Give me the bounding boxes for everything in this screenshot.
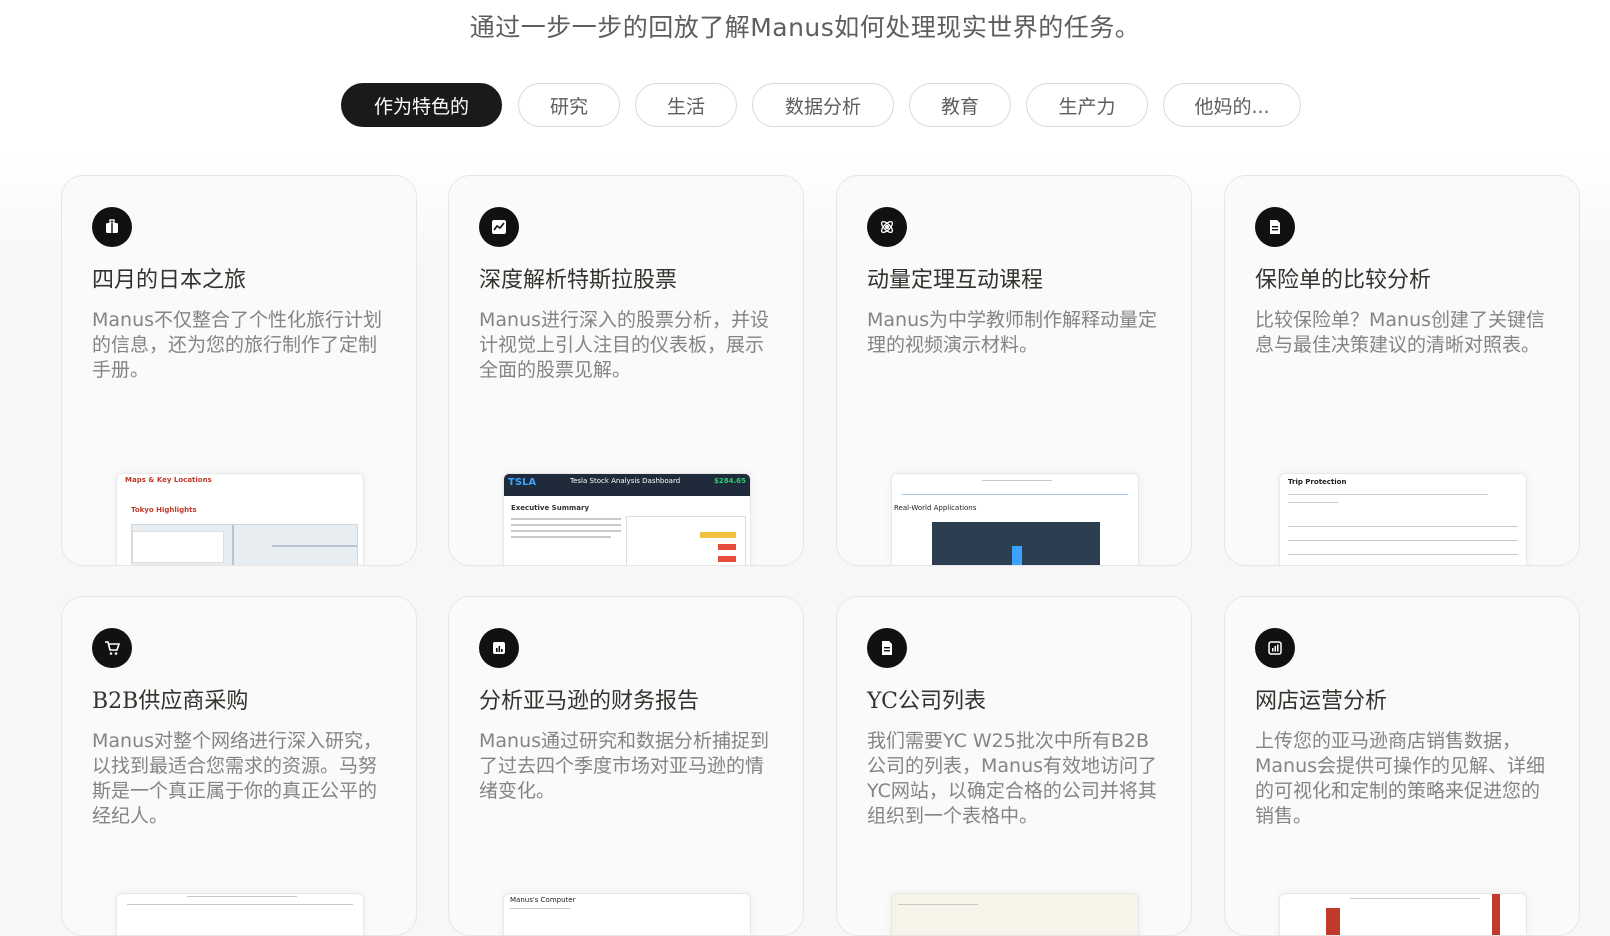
tab-featured[interactable]: 作为特色的 xyxy=(341,83,502,127)
preview-subheading: Tokyo Highlights xyxy=(131,506,197,514)
tab-research[interactable]: 研究 xyxy=(518,83,620,127)
card-description: 上传您的亚马逊商店销售数据，Manus会提供可操作的见解、详细的可视化和定制的策… xyxy=(1255,730,1546,827)
preview-subheading: Executive Summary xyxy=(511,504,590,512)
tab-more[interactable]: 他妈的... xyxy=(1163,83,1301,127)
card-preview xyxy=(116,893,364,935)
map-preview xyxy=(131,524,358,565)
ticker-label: TSLA xyxy=(508,477,537,488)
video-preview xyxy=(932,522,1100,565)
preview-heading: Real-World Applications xyxy=(894,504,977,512)
use-case-card-japan-trip[interactable]: 四月的日本之旅 Manus不仅整合了个性化旅行计划的信息，还为您的旅行制作了定制… xyxy=(61,175,417,566)
card-title: 分析亚马逊的财务报告 xyxy=(479,689,700,714)
use-case-card-tesla-stock[interactable]: 深度解析特斯拉股票 Manus进行深入的股票分析，并设计视觉上引人注目的仪表板，… xyxy=(448,175,804,566)
card-title: 保险单的比较分析 xyxy=(1255,268,1432,293)
card-title: B2B供应商采购 xyxy=(92,689,249,714)
use-case-card-insurance-comparison[interactable]: 保险单的比较分析 比较保险单？Manus创建了关键信息与最佳决策建议的清晰对照表… xyxy=(1224,175,1580,566)
card-preview: Maps & Key Locations Tokyo Highlights xyxy=(116,473,364,565)
category-tabs: 作为特色的 研究 生活 数据分析 教育 生产力 他妈的... xyxy=(0,83,1610,131)
card-title: YC公司列表 xyxy=(867,689,986,714)
card-description: Manus为中学教师制作解释动量定理的视频演示材料。 xyxy=(867,309,1158,356)
card-description: 我们需要YC W25批次中所有B2B公司的列表，Manus有效地访问了YC网站，… xyxy=(867,730,1158,827)
card-description: 比较保险单？Manus创建了关键信息与最佳决策建议的清晰对照表。 xyxy=(1255,309,1546,356)
card-description: Manus对整个网络进行深入研究，以找到最适合您需求的资源。马努斯是一个真正属于… xyxy=(92,730,383,827)
stock-price: $284.65 xyxy=(714,477,746,485)
luggage-icon xyxy=(92,207,132,247)
analytics-icon xyxy=(1255,628,1295,668)
preview-heading: Maps & Key Locations xyxy=(125,476,212,484)
use-case-card-yc-companies[interactable]: YC公司列表 我们需要YC W25批次中所有B2B公司的列表，Manus有效地访… xyxy=(836,596,1192,936)
page-subtitle: 通过一步一步的回放了解Manus如何处理现实世界的任务。 xyxy=(469,13,1141,42)
card-description: Manus不仅整合了个性化旅行计划的信息，还为您的旅行制作了定制手册。 xyxy=(92,309,383,381)
card-preview: Real-World Applications xyxy=(891,473,1139,565)
card-preview xyxy=(1279,893,1527,935)
card-description: Manus进行深入的股票分析，并设计视觉上引人注目的仪表板，展示全面的股票见解。 xyxy=(479,309,770,381)
card-preview: Trip Protection xyxy=(1279,473,1527,565)
report-icon xyxy=(479,628,519,668)
use-case-card-momentum-course[interactable]: 动量定理互动课程 Manus为中学教师制作解释动量定理的视频演示材料。 Real… xyxy=(836,175,1192,566)
tab-life[interactable]: 生活 xyxy=(635,83,737,127)
tab-education[interactable]: 教育 xyxy=(909,83,1011,127)
card-title: 网店运营分析 xyxy=(1255,689,1388,714)
use-case-card-b2b-sourcing[interactable]: B2B供应商采购 Manus对整个网络进行深入研究，以找到最适合您需求的资源。马… xyxy=(61,596,417,936)
card-title: 四月的日本之旅 xyxy=(92,268,247,293)
cart-icon xyxy=(92,628,132,668)
document-icon xyxy=(1255,207,1295,247)
document-icon xyxy=(867,628,907,668)
card-title: 深度解析特斯拉股票 xyxy=(479,268,678,293)
preview-heading: Manus's Computer xyxy=(510,896,576,904)
use-case-card-store-analysis[interactable]: 网店运营分析 上传您的亚马逊商店销售数据，Manus会提供可操作的见解、详细的可… xyxy=(1224,596,1580,936)
card-preview: TSLA Tesla Stock Analysis Dashboard $284… xyxy=(503,473,751,565)
card-preview: Manus's Computer xyxy=(503,893,751,935)
card-description: Manus通过研究和数据分析捕捉到了过去四个季度市场对亚马逊的情绪变化。 xyxy=(479,730,770,802)
use-case-card-amazon-financials[interactable]: 分析亚马逊的财务报告 Manus通过研究和数据分析捕捉到了过去四个季度市场对亚马… xyxy=(448,596,804,936)
atom-icon xyxy=(867,207,907,247)
tab-productivity[interactable]: 生产力 xyxy=(1026,83,1148,127)
preview-heading: Trip Protection xyxy=(1288,478,1347,486)
chart-icon xyxy=(479,207,519,247)
preview-heading: Tesla Stock Analysis Dashboard xyxy=(570,477,681,485)
tab-data-analysis[interactable]: 数据分析 xyxy=(752,83,894,127)
card-title: 动量定理互动课程 xyxy=(867,268,1044,293)
card-preview xyxy=(891,893,1139,935)
